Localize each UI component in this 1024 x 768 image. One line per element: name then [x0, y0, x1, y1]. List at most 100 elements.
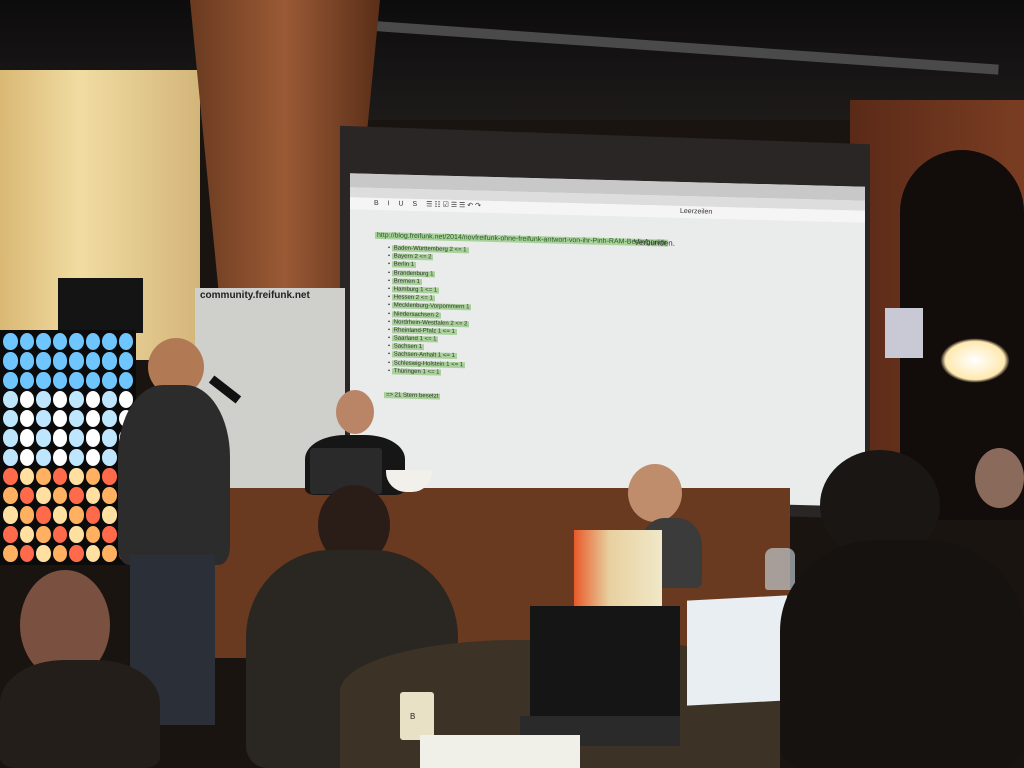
led-light: [19, 410, 34, 428]
led-light: [69, 467, 84, 485]
loudspeaker: [58, 278, 143, 333]
projection-screen: B I U S ☰ ☷ ☑ ☰ ☰ ↶ ↷ Leerzeilen http://…: [350, 173, 865, 507]
led-light: [102, 525, 117, 543]
total-line: => 21 Stern besetzt: [384, 392, 441, 400]
led-light: [36, 410, 51, 428]
far-right-head: [975, 448, 1024, 508]
led-light: [52, 506, 67, 524]
led-light: [85, 506, 100, 524]
led-light: [118, 352, 133, 370]
led-light: [69, 506, 84, 524]
led-light: [85, 467, 100, 485]
led-light: [19, 467, 34, 485]
led-light: [69, 410, 84, 428]
toolbar-status: Leerzeilen: [680, 207, 713, 216]
foreground-body-left: [0, 660, 160, 768]
led-light: [19, 506, 34, 524]
led-light: [36, 467, 51, 485]
led-light: [52, 544, 67, 562]
connection-status: Verbunden.: [634, 237, 675, 248]
led-light: [118, 371, 133, 389]
strike-icon: S: [412, 200, 418, 209]
led-light: [85, 390, 100, 408]
led-light: [69, 487, 84, 505]
led-light: [102, 371, 117, 389]
led-light: [3, 429, 18, 447]
led-light: [36, 333, 51, 351]
led-light: [3, 371, 18, 389]
list-icon: ☰ ☷ ☑ ☰ ☰ ↶ ↷: [426, 201, 481, 210]
led-light: [52, 390, 67, 408]
led-light: [118, 333, 133, 351]
led-light: [52, 487, 67, 505]
led-light: [19, 390, 34, 408]
led-wall: [0, 330, 136, 565]
led-light: [85, 544, 100, 562]
led-light: [3, 448, 18, 466]
led-light: [69, 352, 84, 370]
led-light: [69, 333, 84, 351]
italic-icon: I: [387, 200, 390, 208]
led-light: [19, 333, 34, 351]
led-light: [36, 448, 51, 466]
led-light: [52, 352, 67, 370]
underline-icon: U: [398, 200, 404, 208]
led-light: [3, 390, 18, 408]
led-light: [69, 390, 84, 408]
led-light: [102, 429, 117, 447]
led-light: [69, 448, 84, 466]
led-light: [36, 352, 51, 370]
led-light: [102, 448, 117, 466]
led-light: [3, 410, 18, 428]
led-light: [102, 390, 117, 408]
led-light: [52, 429, 67, 447]
led-light: [69, 429, 84, 447]
led-light: [3, 487, 18, 505]
led-light: [19, 487, 34, 505]
laptop-black: [530, 606, 680, 716]
led-light: [36, 487, 51, 505]
led-light: [36, 525, 51, 543]
mug-letter: B: [410, 712, 416, 721]
led-light: [19, 448, 34, 466]
led-light: [52, 448, 67, 466]
led-light: [36, 390, 51, 408]
bold-icon: B: [374, 199, 379, 208]
led-light: [69, 544, 84, 562]
led-light: [85, 333, 100, 351]
led-light: [85, 429, 100, 447]
led-light: [19, 352, 34, 370]
led-light: [36, 371, 51, 389]
led-light: [19, 429, 34, 447]
led-light: [102, 410, 117, 428]
attendee-head: [628, 464, 682, 522]
led-light: [85, 371, 100, 389]
led-light: [102, 333, 117, 351]
led-light: [52, 333, 67, 351]
led-light: [3, 544, 18, 562]
led-light: [85, 410, 100, 428]
led-light: [3, 333, 18, 351]
wall-lamp: [940, 338, 1010, 383]
laptop-screen: [687, 595, 787, 706]
presenter-head: [336, 390, 374, 434]
foreground-body-right: [780, 540, 1024, 768]
led-light: [36, 429, 51, 447]
led-light: [85, 448, 100, 466]
paper-sheet: [420, 735, 580, 768]
led-light: [52, 525, 67, 543]
led-light: [85, 525, 100, 543]
led-light: [19, 544, 34, 562]
notebook-cover: [574, 530, 662, 610]
led-light: [3, 525, 18, 543]
board-title: community.freifunk.net: [200, 290, 310, 301]
mug: [400, 692, 434, 740]
led-light: [36, 506, 51, 524]
state-list: • Baden-Württemberg 2 <= 1 • Bayern 2 <=…: [388, 244, 472, 377]
led-light: [69, 525, 84, 543]
led-light: [102, 487, 117, 505]
led-light: [52, 410, 67, 428]
led-light: [3, 467, 18, 485]
led-light: [69, 371, 84, 389]
led-light: [85, 352, 100, 370]
